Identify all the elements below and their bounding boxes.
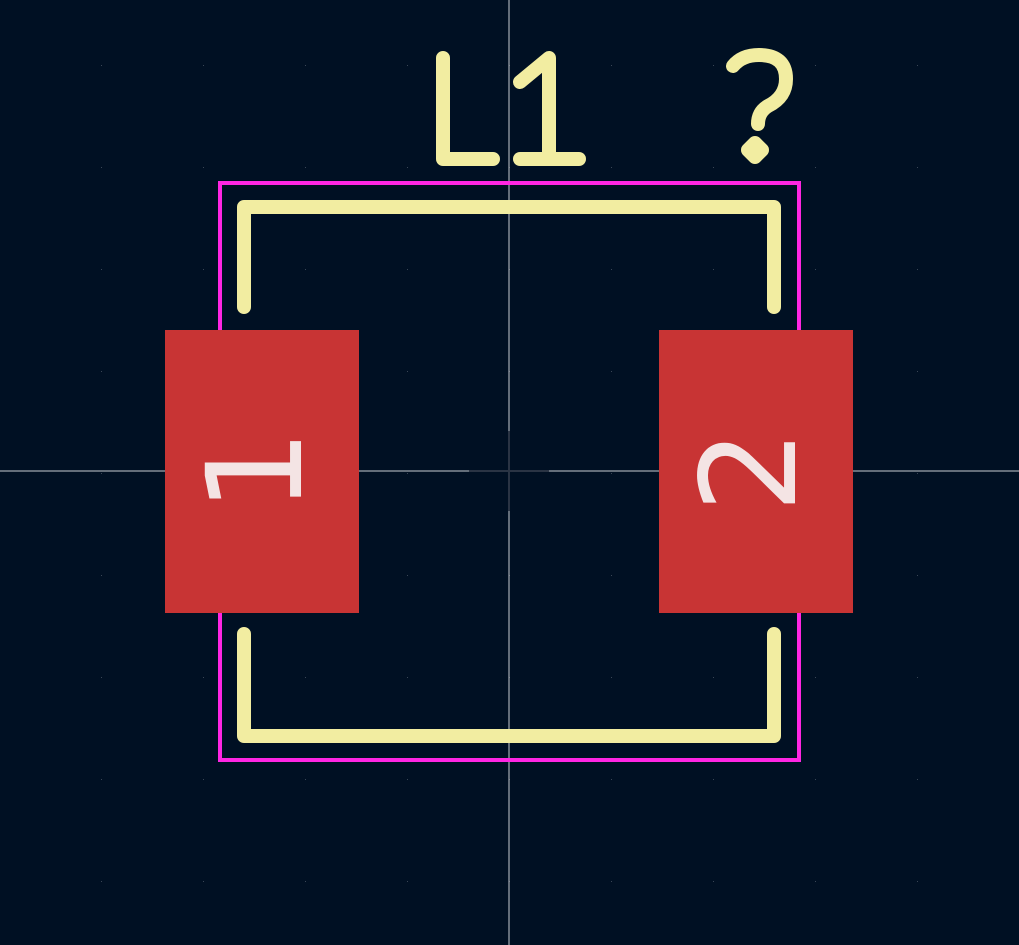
grid-dot — [407, 473, 408, 474]
pcb-footprint-canvas[interactable]: L1 ? 1 2 — [0, 0, 1019, 945]
grid-dot — [101, 575, 102, 576]
grid-dot — [917, 881, 918, 882]
grid-dot — [407, 575, 408, 576]
grid-dot — [101, 167, 102, 168]
grid-dot — [407, 677, 408, 678]
grid-dot — [611, 371, 612, 372]
grid-dot — [407, 269, 408, 270]
grid-dot — [611, 167, 612, 168]
grid-dot — [305, 167, 306, 168]
grid-dot — [713, 677, 714, 678]
pad-2[interactable]: 2 — [659, 330, 853, 613]
grid-dot — [611, 575, 612, 576]
grid-dot — [611, 65, 612, 66]
grid-dot — [203, 167, 204, 168]
grid-dot — [815, 779, 816, 780]
grid-dot — [101, 269, 102, 270]
grid-dot — [611, 473, 612, 474]
grid-dot — [203, 65, 204, 66]
pad-2-number: 2 — [673, 429, 827, 513]
grid-dot — [917, 269, 918, 270]
grid-dot — [101, 677, 102, 678]
grid-dot — [305, 779, 306, 780]
grid-dot — [917, 65, 918, 66]
grid-dot — [203, 881, 204, 882]
grid-dot — [917, 575, 918, 576]
grid-dot — [407, 167, 408, 168]
grid-dot — [713, 269, 714, 270]
grid-dot — [917, 473, 918, 474]
grid-dot — [611, 269, 612, 270]
grid-dot — [917, 779, 918, 780]
grid-dot — [101, 881, 102, 882]
grid-dot — [305, 269, 306, 270]
grid-dot — [305, 677, 306, 678]
pad-1-number: 1 — [179, 429, 333, 513]
grid-dot — [611, 779, 612, 780]
grid-dot — [203, 677, 204, 678]
grid-dot — [815, 65, 816, 66]
grid-dot — [101, 473, 102, 474]
grid-dot — [713, 779, 714, 780]
grid-dot — [713, 167, 714, 168]
grid-dot — [611, 881, 612, 882]
grid-dot — [713, 65, 714, 66]
grid-dot — [815, 167, 816, 168]
grid-dot — [203, 269, 204, 270]
grid-dot — [815, 269, 816, 270]
grid-dot — [407, 65, 408, 66]
grid-dot — [917, 167, 918, 168]
pad-1[interactable]: 1 — [165, 330, 359, 613]
grid-dot — [101, 371, 102, 372]
grid-dot — [305, 65, 306, 66]
grid-dot — [917, 371, 918, 372]
grid-dot — [815, 677, 816, 678]
grid-dot — [101, 779, 102, 780]
grid-dot — [713, 881, 714, 882]
grid-dot — [101, 65, 102, 66]
grid-dot — [407, 371, 408, 372]
grid-dot — [407, 779, 408, 780]
grid-dot — [305, 881, 306, 882]
grid-dot — [815, 881, 816, 882]
grid-dot — [611, 677, 612, 678]
grid-dot — [917, 677, 918, 678]
grid-dot — [407, 881, 408, 882]
grid-dot — [203, 779, 204, 780]
